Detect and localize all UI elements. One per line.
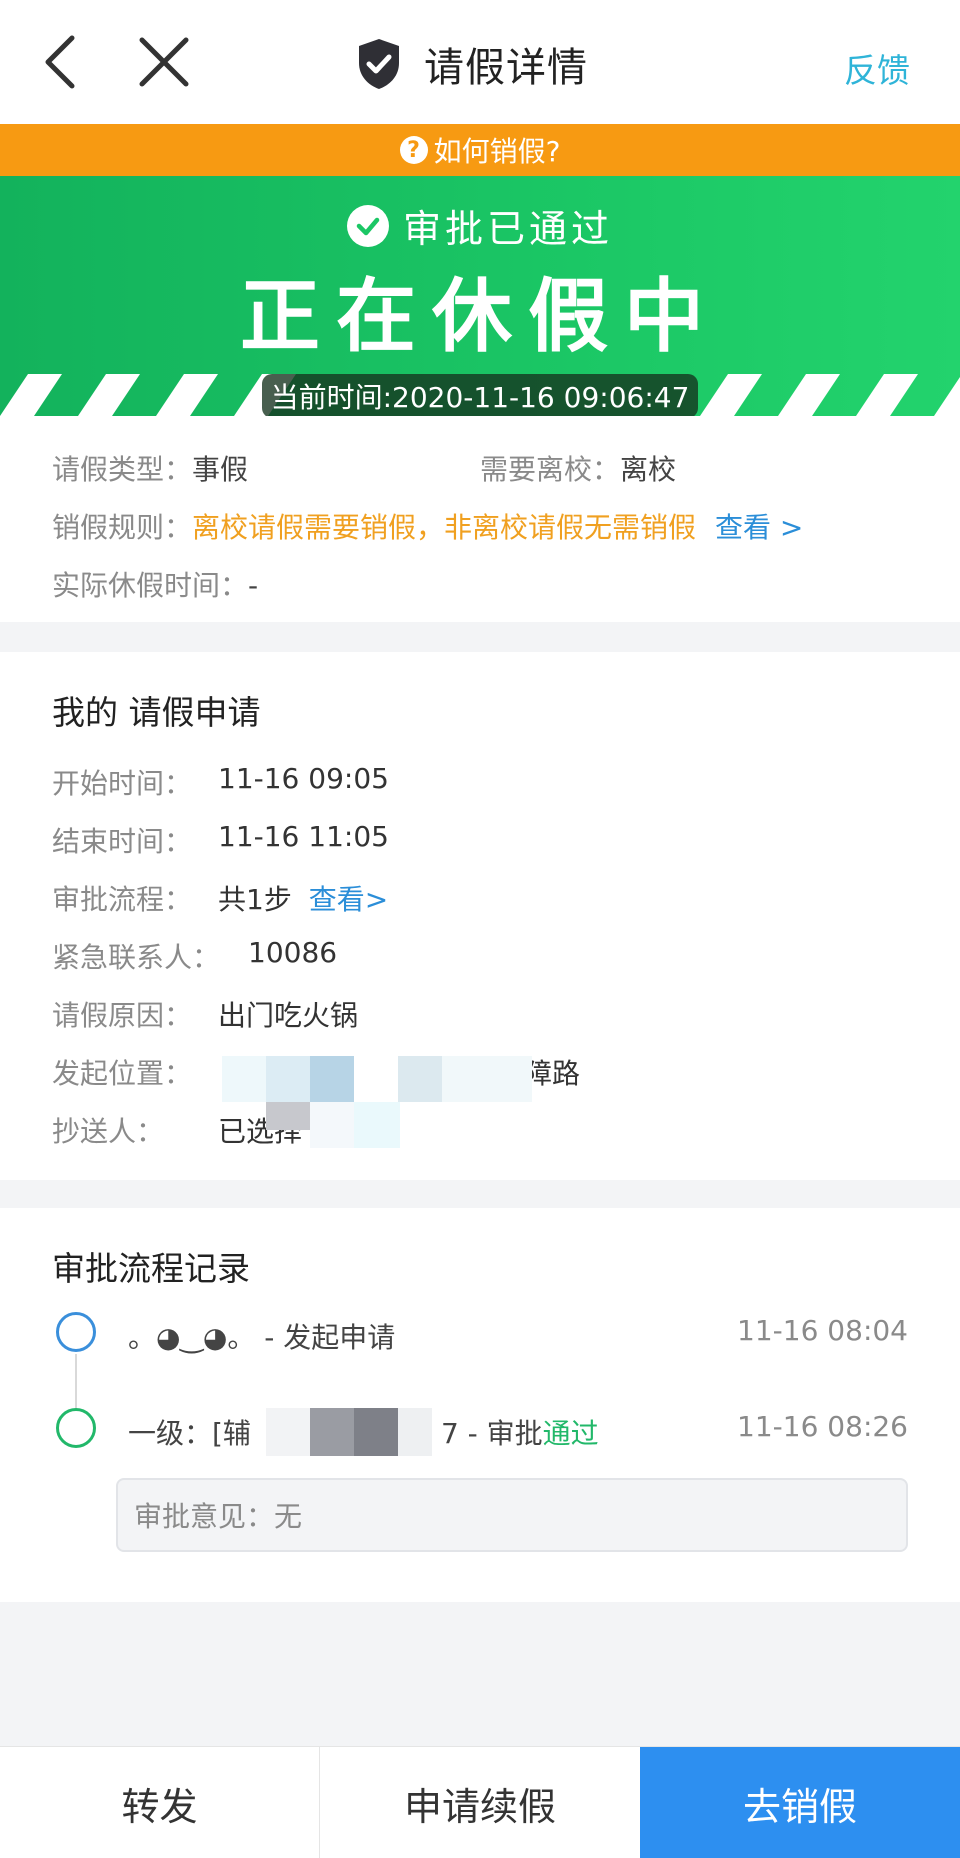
timeline-connector — [75, 1354, 77, 1408]
leave-reason-label: 请假原因： — [52, 999, 193, 1032]
leave-application-card: 我的 请假申请 开始时间： 11-16 09:05 结束时间： 11-16 11… — [0, 652, 960, 1180]
current-time-badge: 当前时间:2020-11-16 09:06:47 — [262, 374, 698, 416]
question-icon: ? — [399, 136, 428, 164]
check-circle-icon — [346, 204, 389, 247]
status-banner: 审批已通过 正在休假中 当前时间:2020-11-16 09:06:47 — [0, 176, 960, 416]
step-initiate-time: 11-16 08:04 — [737, 1314, 908, 1347]
end-time-label: 结束时间： — [52, 825, 193, 858]
approval-flow-label: 审批流程： — [52, 883, 193, 916]
step-approve-mid: 7 - 审批 — [440, 1417, 543, 1450]
cancel-leave-button[interactable]: 去销假 — [640, 1747, 960, 1858]
leave-type-row: 请假类型：事假 — [52, 448, 248, 488]
forward-button[interactable]: 转发 — [0, 1747, 320, 1858]
emergency-contact-label: 紧急联系人： — [52, 941, 221, 974]
nav-title-group: 请假详情 — [356, 32, 588, 96]
bottom-action-bar: 转发 申请续假 去销假 — [0, 1746, 960, 1858]
leave-school-label: 需要离校： — [480, 453, 621, 486]
location-redaction — [222, 1056, 532, 1102]
nav-bar: 请假详情 反馈 — [0, 0, 960, 124]
cc-redaction — [266, 1102, 400, 1148]
application-title: 我的 请假申请 — [52, 693, 261, 732]
cancel-rule-view-link[interactable]: 查看 > — [715, 511, 803, 544]
approval-status: 审批已通过 — [0, 198, 960, 253]
actual-leave-value: - — [248, 569, 259, 602]
cc-row: 抄送人： 已选择 — [52, 1110, 302, 1150]
cancel-rule-row: 销假规则：离校请假需要销假，非离校请假无需销假 查看 > — [52, 506, 803, 546]
leave-school-value: 离校 — [620, 453, 677, 486]
actual-leave-label: 实际休假时间： — [52, 569, 249, 602]
leave-type-label: 请假类型： — [52, 453, 193, 486]
step-initiate-text: 。◕‿◕。 - 发起申请 — [128, 1321, 396, 1354]
start-time-row: 开始时间： 11-16 09:05 — [52, 762, 389, 802]
approval-opinion-box: 审批意见：无 — [116, 1478, 908, 1552]
start-location-label: 发起位置： — [52, 1057, 193, 1090]
cc-label: 抄送人： — [52, 1115, 165, 1148]
start-location-row: 发起位置： 障路 — [52, 1052, 580, 1092]
shield-check-icon — [359, 39, 399, 89]
cancel-rule-label: 销假规则： — [52, 511, 193, 544]
feedback-link[interactable]: 反馈 — [844, 44, 910, 92]
tip-text: 如何销假? — [433, 135, 561, 168]
how-to-cancel-tip[interactable]: ? 如何销假? — [0, 124, 960, 176]
approval-flow-row: 审批流程： 共1步 查看> — [52, 878, 388, 918]
step-approve-status: 通过 — [542, 1417, 599, 1450]
end-time-value: 11-16 11:05 — [218, 820, 389, 853]
start-time-label: 开始时间： — [52, 767, 193, 800]
leave-state-heading: 正在休假中 — [240, 270, 720, 363]
step-approve-time: 11-16 08:26 — [737, 1410, 908, 1443]
extend-leave-button[interactable]: 申请续假 — [320, 1747, 640, 1858]
leave-school-row: 需要离校：离校 — [480, 448, 676, 488]
start-time-value: 11-16 09:05 — [218, 762, 389, 795]
page-title: 请假详情 — [424, 45, 588, 91]
emergency-contact-value: 10086 — [248, 936, 338, 969]
leave-reason-value: 出门吃火锅 — [218, 999, 359, 1032]
step-approve-prefix: 一级：[辅 — [128, 1417, 251, 1450]
approval-record-section: 审批流程记录 。◕‿◕。 - 发起申请 11-16 08:04 一级：[辅 7 -… — [0, 1208, 960, 1602]
approval-record-title: 审批流程记录 — [52, 1249, 250, 1288]
start-location-value: 障路 — [524, 1057, 581, 1090]
step-approve-node-icon — [56, 1408, 96, 1448]
step-initiate-node-icon — [56, 1312, 96, 1352]
approval-flow-value: 共1步 — [218, 883, 292, 916]
leave-type-value: 事假 — [192, 453, 249, 486]
approval-flow-view-link[interactable]: 查看> — [309, 883, 388, 916]
actual-leave-row: 实际休假时间：- — [52, 564, 258, 604]
approver-redaction — [266, 1408, 432, 1456]
leave-info-section: 请假类型：事假 需要离校：离校 销假规则：离校请假需要销假，非离校请假无需销假 … — [0, 416, 960, 622]
close-icon[interactable] — [134, 32, 194, 92]
cancel-rule-value: 离校请假需要销假，非离校请假无需销假 — [192, 511, 697, 544]
emergency-contact-row: 紧急联系人： 10086 — [52, 936, 337, 976]
approval-flow-value-group: 共1步 查看> — [218, 878, 388, 918]
leave-reason-row: 请假原因： 出门吃火锅 — [52, 994, 358, 1034]
approval-status-text: 审批已通过 — [402, 207, 613, 251]
back-arrow-icon[interactable] — [38, 30, 88, 94]
end-time-row: 结束时间： 11-16 11:05 — [52, 820, 389, 860]
